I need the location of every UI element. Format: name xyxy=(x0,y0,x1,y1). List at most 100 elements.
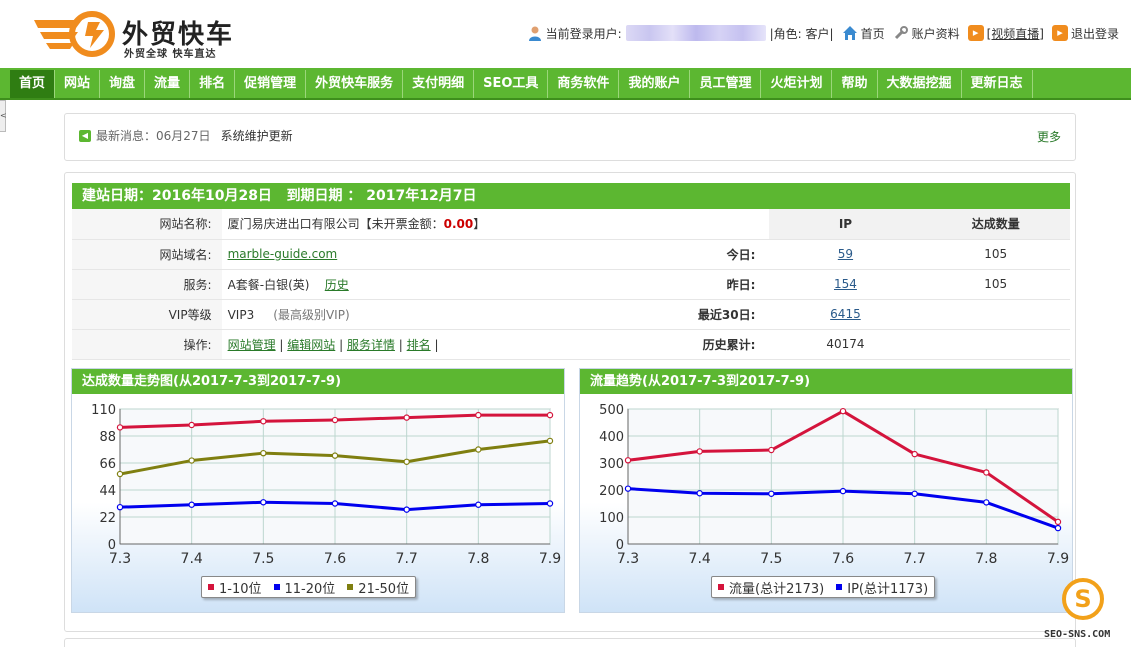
data-point xyxy=(403,414,410,421)
data-point xyxy=(260,499,267,506)
y-tick-label: 400 xyxy=(599,430,624,445)
stat-label: 最近30日: xyxy=(618,299,770,330)
legend-swatch xyxy=(836,584,843,590)
data-point xyxy=(696,448,703,455)
nav-item[interactable]: 网站 xyxy=(55,70,101,98)
col-header-achieved: 达成数量 xyxy=(921,209,1070,240)
nav-item[interactable]: 更新日志 xyxy=(962,70,1033,98)
legend-swatch xyxy=(208,584,214,590)
legend-swatch xyxy=(718,584,724,590)
username-blurred xyxy=(625,25,766,41)
site-info-table: 网站名称: 厦门易庆进出口有限公司【未开票金额：0.00】 IP 达成数量 网站… xyxy=(72,209,1070,360)
stat-ip-link[interactable]: 59 xyxy=(838,247,853,261)
nav-item[interactable]: SEO工具 xyxy=(474,70,549,98)
traffic-trend-legend: 流量(总计2173) IP(总计1173) xyxy=(711,576,936,598)
notice-bar: ◀ 最新消息： 06月27日 系统维护更新 更多 xyxy=(64,113,1076,161)
notice-more-link[interactable]: 更多 xyxy=(1037,128,1061,145)
site-domain-link[interactable]: marble-guide.com xyxy=(228,247,338,261)
service-name: A套餐-白银(英) xyxy=(227,277,310,292)
video-link[interactable]: ▸ [视频直播] xyxy=(967,25,1044,42)
op-site-manage[interactable]: 网站管理 xyxy=(228,338,276,352)
y-tick-label: 200 xyxy=(599,484,624,499)
legend-item: 1-10位 xyxy=(208,578,262,597)
x-tick-label: 7.9 xyxy=(1047,551,1069,567)
legend-item: 流量(总计2173) xyxy=(718,578,824,597)
nav-item[interactable]: 排名 xyxy=(190,70,236,98)
data-point xyxy=(546,500,554,507)
traffic-trend-plot: 01002003004005007.3 7.4 7.5 7.6 7.7 7.8 7.9 xyxy=(599,403,1069,567)
data-point xyxy=(1054,524,1062,532)
logout-icon: ▸ xyxy=(1051,25,1068,41)
data-point xyxy=(839,487,847,495)
logout-link[interactable]: ▸ 退出登录 xyxy=(1051,25,1119,42)
op-ranking[interactable]: 排名 xyxy=(407,338,431,352)
op-edit-site[interactable]: 编辑网站 xyxy=(287,338,335,352)
data-point xyxy=(475,446,482,453)
legend-item: 21-50位 xyxy=(347,578,409,597)
stat-ip-link[interactable]: 154 xyxy=(834,277,857,291)
nav-item[interactable]: 帮助 xyxy=(832,70,878,98)
y-tick-label: 44 xyxy=(99,484,116,499)
vip-level: VIP3 xyxy=(227,307,255,322)
nav-item[interactable]: 流量 xyxy=(145,70,191,98)
nav-item[interactable]: 商务软件 xyxy=(548,70,620,98)
stat-achieved xyxy=(921,299,1070,330)
nav-item[interactable]: 首页 xyxy=(10,70,56,98)
site-name: 厦门易庆进出口有限公司 xyxy=(227,217,360,232)
data-point xyxy=(403,506,410,513)
data-point xyxy=(116,470,124,478)
stat-ip-link[interactable]: 6415 xyxy=(830,307,861,321)
nav-item[interactable]: 外贸快车服务 xyxy=(306,70,404,98)
label-service: 服务: xyxy=(72,269,222,300)
watermark-logo-icon: S xyxy=(1062,578,1104,620)
data-point xyxy=(475,411,482,419)
data-point xyxy=(188,421,195,429)
watermark-text: SEO-SNS.COM xyxy=(1044,629,1111,640)
home-link-label: 首页 xyxy=(860,26,885,41)
data-point xyxy=(116,503,124,511)
nav-item[interactable]: 促销管理 xyxy=(235,70,307,98)
stat-achieved: 105 xyxy=(921,269,1070,300)
service-history-link[interactable]: 历史 xyxy=(325,278,349,292)
video-icon: ▸ xyxy=(967,25,984,41)
x-tick-label: 7.5 xyxy=(252,551,274,567)
invoice-amount: 0.00 xyxy=(443,217,474,232)
nav-item[interactable]: 询盘 xyxy=(100,70,146,98)
nav-item[interactable]: 员工管理 xyxy=(690,70,762,98)
nav-item[interactable]: 大数据挖掘 xyxy=(878,70,962,98)
stat-label-spacer xyxy=(618,209,770,240)
brand-logo[interactable]: 外贸快车 外贸全球 快车直达 xyxy=(30,8,270,60)
expire-date: 到期日期 ： 2017年12月7日 xyxy=(286,188,477,204)
data-point xyxy=(188,457,195,464)
nav-item[interactable]: 我的账户 xyxy=(619,70,691,98)
data-point xyxy=(260,449,267,457)
x-tick-label: 7.8 xyxy=(975,551,997,567)
home-link[interactable]: 首页 xyxy=(842,25,885,42)
x-tick-label: 7.8 xyxy=(467,551,489,567)
x-tick-label: 7.4 xyxy=(181,551,203,567)
nav-item[interactable]: 支付明细 xyxy=(403,70,475,98)
label-ops: 操作: xyxy=(72,329,222,360)
y-tick-label: 22 xyxy=(99,511,116,526)
side-collapse-tab[interactable]: < xyxy=(0,100,7,132)
label-site-name: 网站名称: xyxy=(72,209,222,240)
data-point xyxy=(260,418,267,425)
y-tick-label: 88 xyxy=(99,430,116,445)
stat-ip-total: 40174 xyxy=(769,329,922,360)
next-panel-edge xyxy=(64,638,1076,647)
data-point xyxy=(331,416,339,424)
data-point xyxy=(403,458,410,465)
x-tick-label: 7.7 xyxy=(396,551,418,567)
nav-item[interactable]: 火炬计划 xyxy=(761,70,833,98)
op-service-detail[interactable]: 服务详情 xyxy=(347,338,395,352)
notice-title[interactable]: 系统维护更新 xyxy=(221,127,293,144)
legend-item: IP(总计1173) xyxy=(836,578,928,597)
account-link[interactable]: 账户资料 xyxy=(893,25,960,42)
data-point xyxy=(624,485,632,492)
logout-link-label: 退出登录 xyxy=(1070,26,1119,41)
legend-label: 21-50位 xyxy=(358,581,410,597)
data-point xyxy=(839,407,847,415)
x-tick-label: 7.9 xyxy=(539,551,561,567)
current-user: 当前登录用户: |角色: 客户| xyxy=(527,25,834,42)
data-point xyxy=(911,490,918,497)
